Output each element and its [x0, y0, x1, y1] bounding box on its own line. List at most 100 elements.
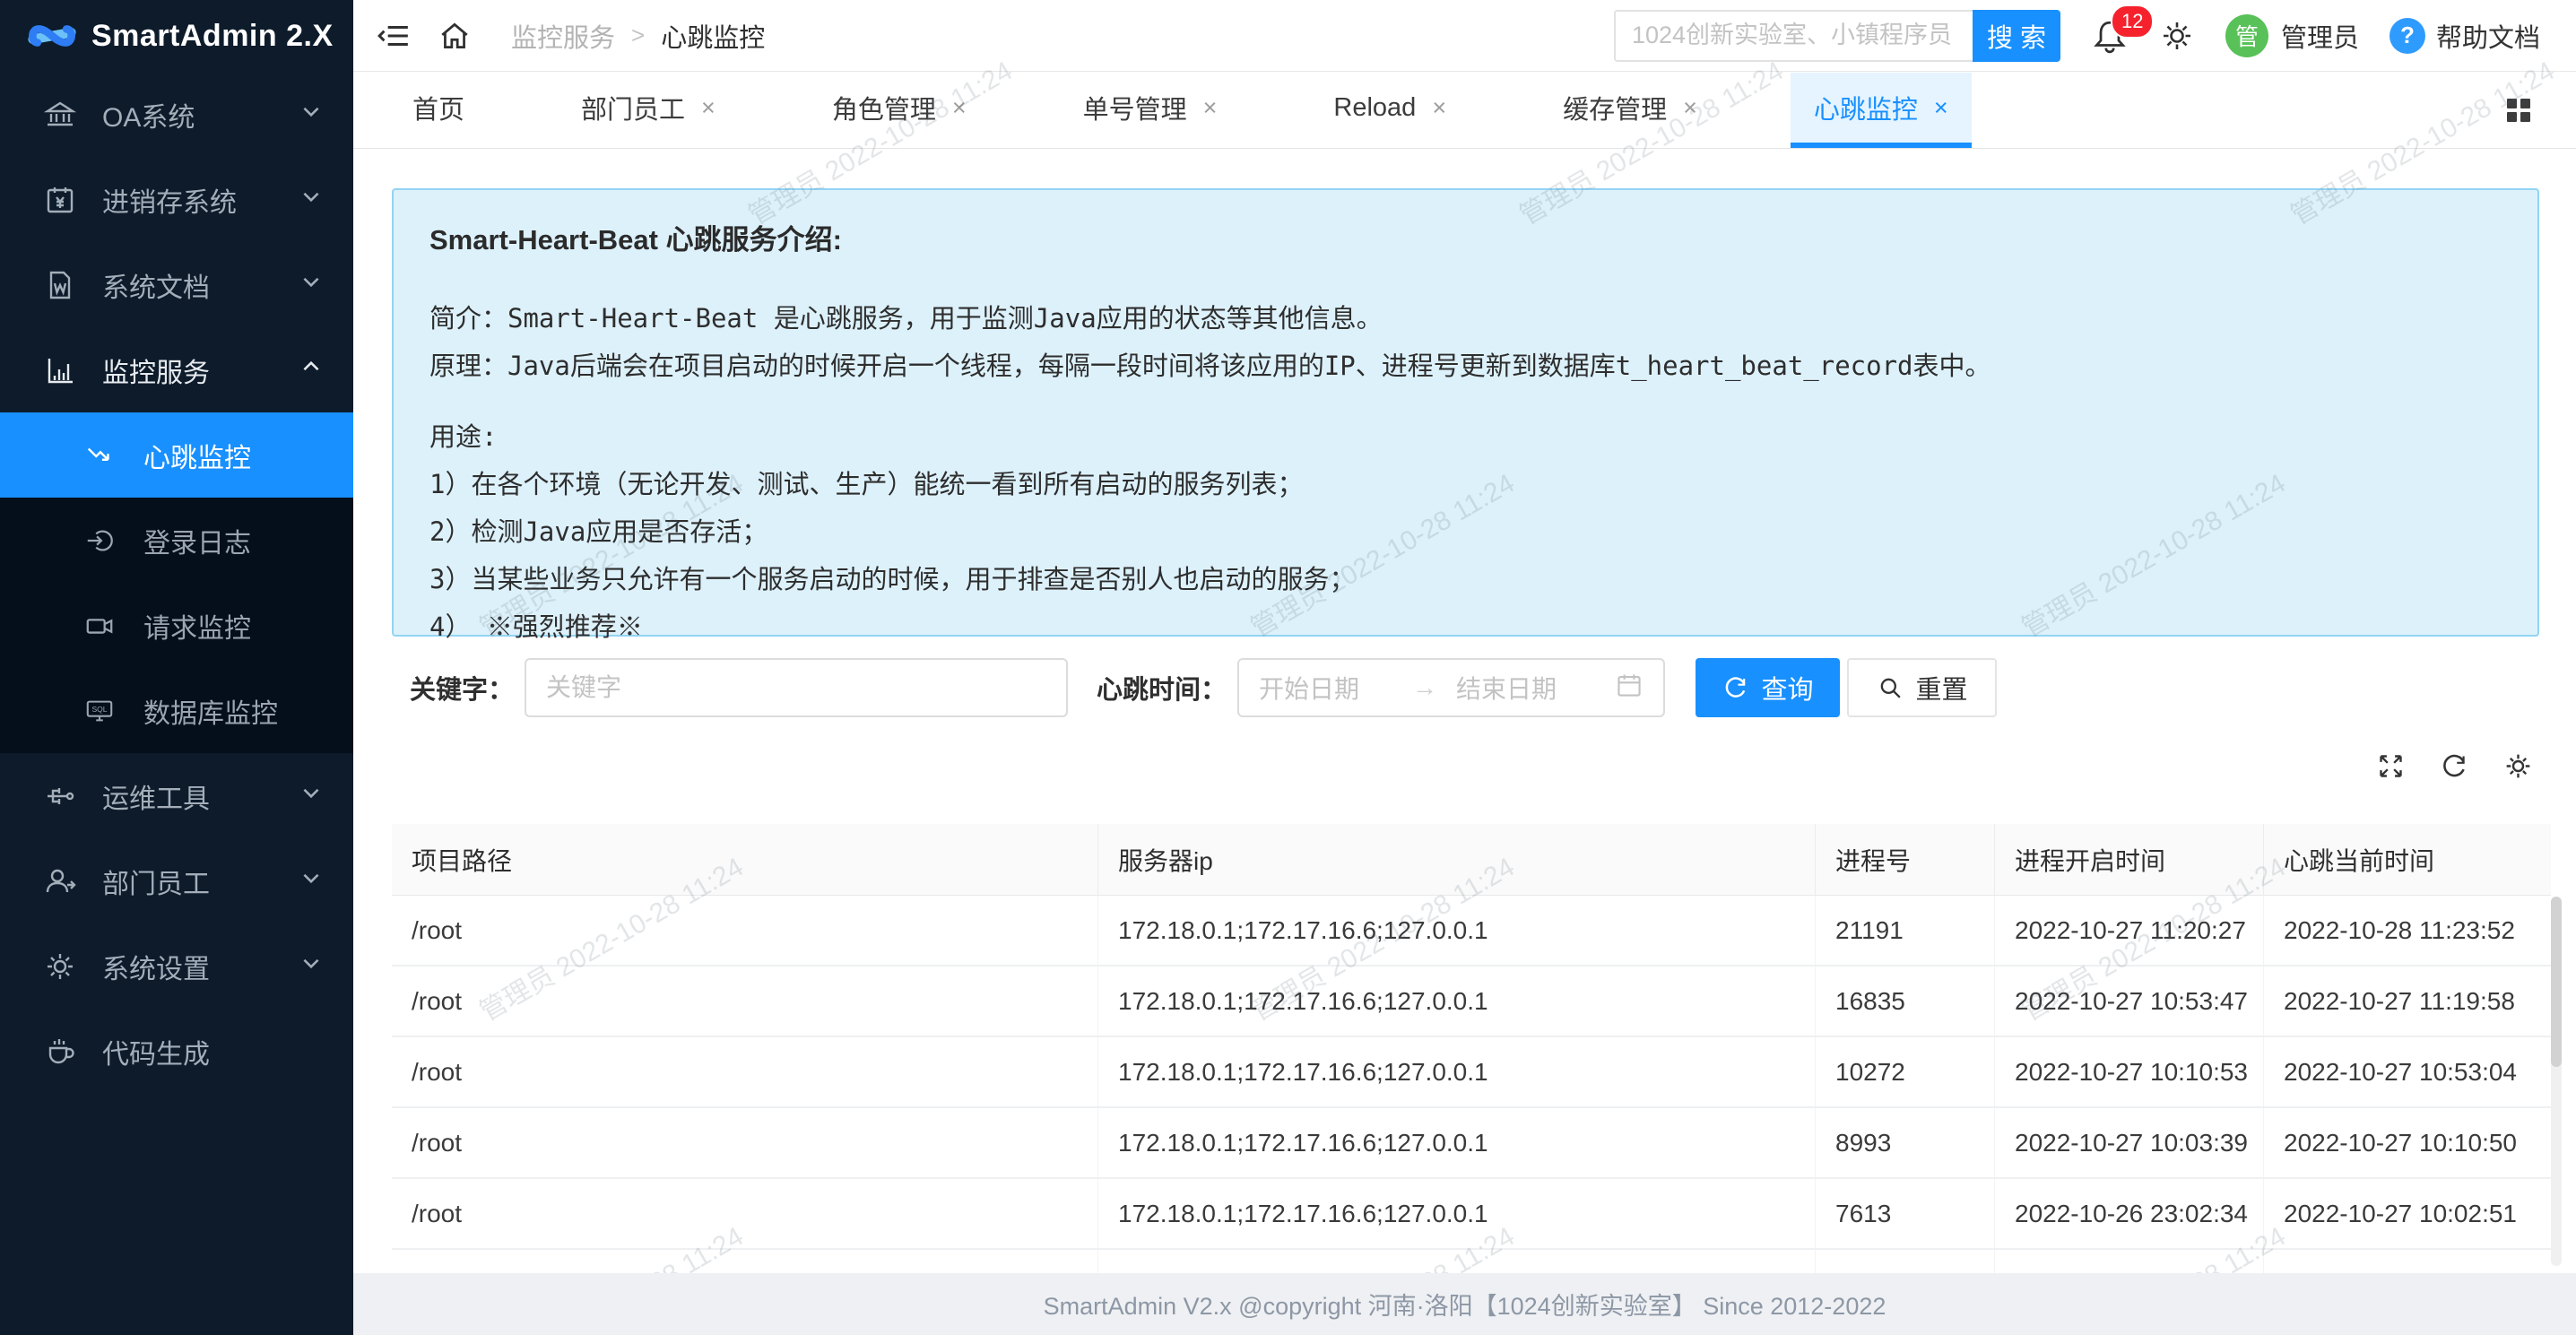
calendar-icon: [1615, 671, 1644, 706]
page-content: Smart-Heart-Beat 心跳服务介绍: 简介：Smart-Heart-…: [353, 149, 2576, 1273]
column-header: 心跳当前时间: [2264, 824, 2551, 895]
search-icon: [1877, 674, 1904, 701]
sidebar-item-department[interactable]: 部门员工: [0, 838, 353, 923]
sidebar-item-heartbeat[interactable]: 心跳监控: [0, 412, 353, 498]
close-icon[interactable]: ×: [1203, 94, 1218, 122]
notifications-button[interactable]: 12: [2091, 17, 2129, 55]
sidebar-item-settings[interactable]: 系统设置: [0, 923, 353, 1009]
query-button[interactable]: 查询: [1696, 658, 1840, 717]
filter-bar: 关键字： 心跳时间： 开始日期 → 结束日期 查询 重置: [410, 658, 1997, 717]
panel-usage-label: 用途:: [429, 413, 2502, 461]
reset-button[interactable]: 重置: [1847, 658, 1997, 717]
coffee-icon: [41, 1036, 79, 1068]
column-header: 进程开启时间: [1995, 824, 2264, 895]
table-header-row: 项目路径 服务器ip 进程号 进程开启时间 心跳当前时间: [392, 824, 2551, 896]
sidebar-item-erp[interactable]: 进销存系统: [0, 157, 353, 242]
login-icon: [84, 525, 120, 556]
column-header: 项目路径: [392, 824, 1098, 895]
column-settings-icon[interactable]: [2503, 751, 2533, 781]
user-menu[interactable]: 管 管理员: [2225, 14, 2359, 57]
table-row[interactable]: /root 172.18.0.1;172.17.16.6;127.0.0.1 7…: [392, 1179, 2551, 1250]
chevron-down-icon: [299, 270, 323, 300]
bar-chart-icon: [41, 354, 79, 386]
usb-tool-icon: [41, 780, 79, 812]
table-scrollbar[interactable]: [2551, 897, 2562, 1266]
panel-title: Smart-Heart-Beat 心跳服务介绍:: [429, 217, 2502, 257]
tab-layout-grid-icon[interactable]: [2502, 73, 2576, 148]
home-icon[interactable]: [438, 19, 472, 53]
keyword-input[interactable]: [525, 658, 1068, 717]
breadcrumb-section[interactable]: 监控服务: [511, 17, 615, 55]
sidebar-item-monitor[interactable]: 监控服务: [0, 327, 353, 412]
notification-badge: 12: [2111, 4, 2154, 39]
table-row[interactable]: /root 172.18.0.1;172.17.16.6;127.0.0.1 1…: [392, 1037, 2551, 1108]
tab-department[interactable]: 部门员工 ×: [558, 73, 739, 148]
table-row[interactable]: /root 172.18.0.1;172.17.16.6;127.0.0.1 2…: [392, 896, 2551, 967]
global-search-input[interactable]: [1614, 10, 1973, 62]
avatar: 管: [2225, 14, 2268, 57]
column-header: 进程号: [1816, 824, 1995, 895]
sidebar-item-login-log[interactable]: 登录日志: [0, 498, 353, 583]
page-footer: SmartAdmin V2.x @copyright 河南·洛阳【1024创新实…: [353, 1273, 2576, 1335]
app-logo-icon: [27, 11, 77, 61]
table-row[interactable]: /root 172.18.0.1;172.17.16.6;127.0.0.1 8…: [392, 1108, 2551, 1179]
keyword-label: 关键字：: [410, 669, 514, 707]
panel-usage-item: 2）检测Java应用是否存活；: [429, 508, 2502, 556]
help-label: 帮助文档: [2436, 17, 2540, 55]
tab-cache[interactable]: 缓存管理 ×: [1540, 73, 1721, 148]
panel-usage-item: 3）当某些业务只允许有一个服务启动的时候，用于排查是否别人也启动的服务；: [429, 556, 2502, 603]
tab-heartbeat[interactable]: 心跳监控 ×: [1791, 73, 1972, 148]
close-icon[interactable]: ×: [1934, 94, 1948, 122]
start-date-placeholder[interactable]: 开始日期: [1259, 670, 1393, 706]
user-name: 管理员: [2281, 17, 2359, 55]
invoice-calendar-icon: [41, 184, 79, 216]
header-settings-button[interactable]: [2159, 18, 2195, 54]
gear-icon: [41, 950, 79, 983]
table-row[interactable]: /root 172.18.0.1;172.17.16.6;127.0.0.1 1…: [392, 967, 2551, 1037]
chevron-down-icon: [299, 185, 323, 215]
heartbeat-time-label: 心跳时间：: [1097, 669, 1227, 707]
menu-fold-icon[interactable]: [377, 19, 411, 53]
table-row[interactable]: /root 172.18.0.1;172.17.16.6;127.0.0.1 5…: [392, 1250, 2551, 1273]
gear-icon: [2159, 18, 2195, 54]
document-w-icon: [41, 269, 79, 301]
tab-serial-number[interactable]: 单号管理 ×: [1060, 73, 1241, 148]
app-logo[interactable]: SmartAdmin 2.X: [0, 0, 353, 72]
refresh-icon[interactable]: [2440, 751, 2469, 781]
sidebar-item-oa[interactable]: OA系统: [0, 72, 353, 157]
fullscreen-icon[interactable]: [2376, 751, 2406, 781]
column-header: 服务器ip: [1098, 824, 1816, 895]
global-search: 搜 索: [1614, 10, 2060, 62]
chevron-down-icon: [299, 951, 323, 982]
help-docs-link[interactable]: ? 帮助文档: [2390, 17, 2540, 55]
close-icon[interactable]: ×: [952, 94, 967, 122]
sidebar: SmartAdmin 2.X OA系统 进销存系统 系统文档: [0, 0, 353, 1335]
sidebar-item-request-monitor[interactable]: 请求监控: [0, 583, 353, 668]
arrow-right-icon: →: [1393, 673, 1456, 702]
close-icon[interactable]: ×: [1432, 94, 1446, 122]
tab-home[interactable]: 首页: [389, 73, 488, 148]
refresh-icon: [1722, 674, 1749, 701]
sidebar-item-docs[interactable]: 系统文档: [0, 242, 353, 327]
sidebar-item-codegen[interactable]: 代码生成: [0, 1009, 353, 1094]
breadcrumb-current: 心跳监控: [661, 17, 765, 55]
close-icon[interactable]: ×: [701, 94, 716, 122]
tab-reload[interactable]: Reload ×: [1310, 73, 1470, 148]
scrollbar-thumb[interactable]: [2551, 897, 2562, 1067]
panel-usage-item: 4） ※强烈推荐※: [429, 603, 2502, 651]
sidebar-item-ops-tools[interactable]: 运维工具: [0, 753, 353, 838]
end-date-placeholder[interactable]: 结束日期: [1456, 670, 1615, 706]
page-tabbar: 首页 部门员工 × 角色管理 × 单号管理 × Reload × 缓存管理 × …: [353, 73, 2576, 149]
user-icon: [41, 865, 79, 897]
question-icon: ?: [2390, 18, 2425, 54]
heartbeat-table: 项目路径 服务器ip 进程号 进程开启时间 心跳当前时间 /root 172.1…: [392, 824, 2551, 1273]
top-header: 监控服务 > 心跳监控 搜 索 12 管 管理员 ? 帮助文档: [353, 0, 2576, 72]
sidebar-item-db-monitor[interactable]: SQL 数据库监控: [0, 668, 353, 753]
panel-intro-line: 简介：Smart-Heart-Beat 是心跳服务，用于监测Java应用的状态等…: [429, 295, 2502, 342]
global-search-button[interactable]: 搜 索: [1973, 10, 2060, 62]
date-range-picker[interactable]: 开始日期 → 结束日期: [1237, 658, 1665, 717]
close-icon[interactable]: ×: [1683, 94, 1697, 122]
video-camera-icon: [84, 611, 120, 641]
tab-roles[interactable]: 角色管理 ×: [809, 73, 990, 148]
copyright-text: SmartAdmin V2.x @copyright 河南·洛阳【1024创新实…: [1044, 1287, 1886, 1322]
